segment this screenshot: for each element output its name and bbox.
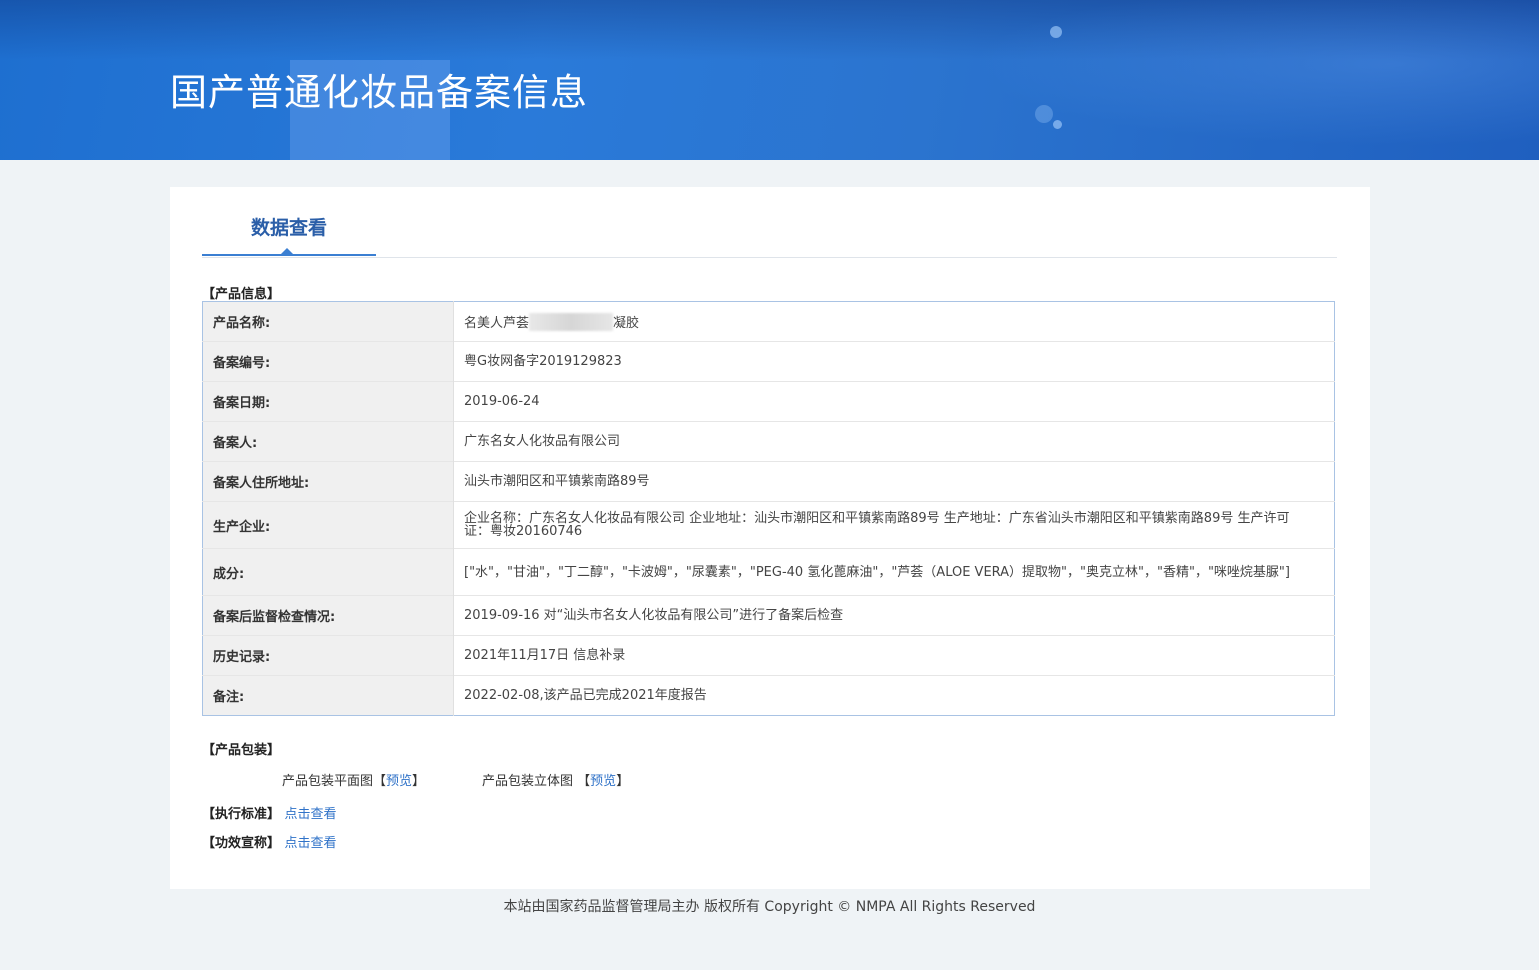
table-row: 生产企业: 企业名称：广东名女人化妆品有限公司 企业地址：汕头市潮阳区和平镇紫南… [202, 501, 1335, 549]
row-key: 备案编号: [202, 341, 454, 382]
row-value: 2019-09-16 对“汕头市名女人化妆品有限公司”进行了备案后检查 [453, 595, 1335, 636]
footer-copyright: 本站由国家药品监督管理局主办 版权所有 Copyright © NMPA All… [503, 899, 1036, 915]
header-banner: 国产普通化妆品备案信息 [0, 0, 1539, 160]
bracket-close: 】 [616, 774, 630, 789]
packaging-flat: 产品包装平面图【预览】 [282, 770, 425, 789]
standard-link[interactable]: 点击查看 [285, 807, 337, 822]
tab-underline [202, 254, 376, 256]
packaging-stereo: 产品包装立体图 【预览】 [482, 770, 629, 789]
content-card: 数据查看 【产品信息】 产品名称: 名美人芦荟 凝胶 备案编号: 粤G妆网备字20… [170, 187, 1370, 889]
tab-bar: 数据查看 [202, 187, 1337, 258]
row-key: 备案人: [202, 421, 454, 462]
product-name-prefix: 名美人芦荟 [464, 315, 530, 331]
page-title: 国产普通化妆品备案信息 [170, 71, 588, 114]
bracket-open: 【 [373, 774, 387, 789]
row-value: ["水"，"甘油"，"丁二醇"，"卡波姆"，"尿囊素"，"PEG-40 氢化蓖麻… [453, 548, 1335, 596]
row-value-text: 企业名称：广东名女人化妆品有限公司 企业地址：汕头市潮阳区和平镇紫南路89号 生… [464, 511, 1290, 539]
packaging-heading: 【产品包装】 [202, 743, 281, 758]
product-info-table: 产品名称: 名美人芦荟 凝胶 备案编号: 粤G妆网备字2019129823 备案日… [202, 301, 1335, 716]
row-value: 2021年11月17日 信息补录 [453, 635, 1335, 676]
table-row: 备案后监督检查情况: 2019-09-16 对“汕头市名女人化妆品有限公司”进行… [202, 595, 1335, 636]
row-key: 历史记录: [202, 635, 454, 676]
row-key: 备案后监督检查情况: [202, 595, 454, 636]
table-row: 成分: ["水"，"甘油"，"丁二醇"，"卡波姆"，"尿囊素"，"PEG-40 … [202, 548, 1335, 596]
product-info-heading: 【产品信息】 [202, 287, 281, 302]
table-row: 备案日期: 2019-06-24 [202, 381, 1335, 422]
row-value: 粤G妆网备字2019129823 [453, 341, 1335, 382]
row-value: 2019-06-24 [453, 381, 1335, 422]
row-value-text: ["水"，"甘油"，"丁二醇"，"卡波姆"，"尿囊素"，"PEG-40 氢化蓖麻… [464, 564, 1290, 580]
table-row: 产品名称: 名美人芦荟 凝胶 [202, 301, 1335, 342]
banner-dot [1035, 105, 1053, 123]
efficacy-label: 【功效宣称】 [202, 836, 281, 851]
product-name-suffix: 凝胶 [613, 315, 640, 331]
row-key: 备案人住所地址: [202, 461, 454, 502]
table-row: 备注: 2022-02-08,该产品已完成2021年度报告 [202, 675, 1335, 716]
row-key: 备注: [202, 675, 454, 716]
packaging-flat-label: 产品包装平面图 [282, 774, 374, 789]
bracket-close: 】 [412, 774, 426, 789]
banner-glow [900, 0, 1539, 160]
row-key: 生产企业: [202, 501, 454, 549]
table-row: 历史记录: 2021年11月17日 信息补录 [202, 635, 1335, 676]
efficacy-row: 【功效宣称】 点击查看 [202, 832, 337, 851]
row-key: 成分: [202, 548, 454, 596]
redacted-blur [529, 312, 614, 331]
table-row: 备案编号: 粤G妆网备字2019129823 [202, 341, 1335, 382]
bracket-open: 【 [577, 774, 591, 789]
table-row: 备案人: 广东名女人化妆品有限公司 [202, 421, 1335, 462]
preview-flat-link[interactable]: 预览 [386, 774, 412, 789]
row-key: 产品名称: [202, 301, 454, 342]
row-value: 企业名称：广东名女人化妆品有限公司 企业地址：汕头市潮阳区和平镇紫南路89号 生… [453, 501, 1335, 549]
row-value: 2022-02-08,该产品已完成2021年度报告 [453, 675, 1335, 716]
table-row: 备案人住所地址: 汕头市潮阳区和平镇紫南路89号 [202, 461, 1335, 502]
row-value: 广东名女人化妆品有限公司 [453, 421, 1335, 462]
packaging-stereo-label: 产品包装立体图 [482, 774, 574, 789]
standard-label: 【执行标准】 [202, 807, 281, 822]
standard-row: 【执行标准】 点击查看 [202, 803, 337, 822]
row-key: 备案日期: [202, 381, 454, 422]
banner-dot [1053, 120, 1062, 129]
row-value: 汕头市潮阳区和平镇紫南路89号 [453, 461, 1335, 502]
preview-stereo-link[interactable]: 预览 [590, 774, 616, 789]
banner-dot [1050, 26, 1062, 38]
efficacy-link[interactable]: 点击查看 [285, 836, 337, 851]
row-value: 名美人芦荟 凝胶 [454, 302, 1335, 342]
